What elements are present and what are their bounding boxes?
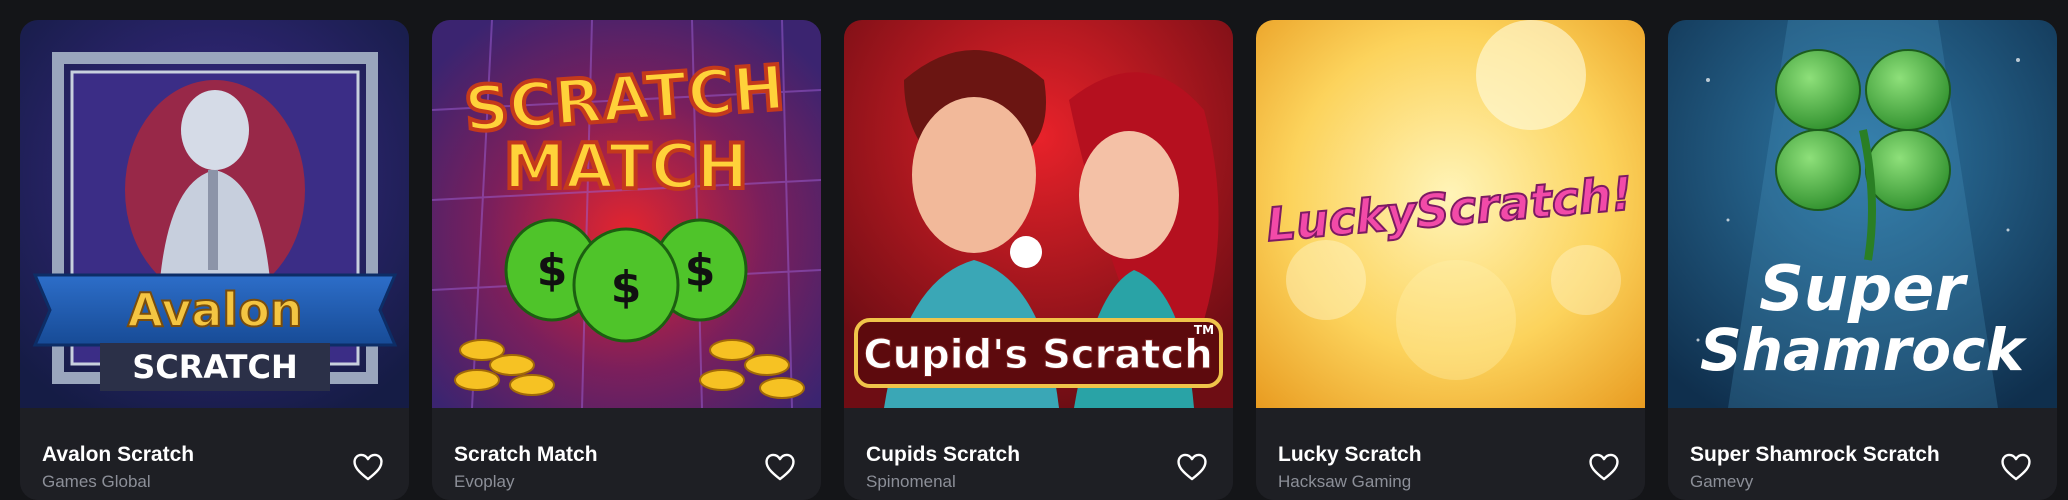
- game-thumbnail[interactable]: Cupid's Scratch TM: [844, 20, 1233, 408]
- game-provider: Gamevy: [1690, 472, 1754, 491]
- game-thumbnail[interactable]: LuckyScratch!: [1256, 20, 1645, 408]
- game-info: Scratch Match Evoplay: [432, 408, 821, 500]
- art-subtitle-text: Shamrock: [1700, 316, 2027, 384]
- favorite-button[interactable]: [1999, 450, 2033, 484]
- game-info: Super Shamrock Scratch Gamevy: [1668, 408, 2057, 500]
- game-card-cupids-scratch[interactable]: Cupid's Scratch TM Cupids Scratch Spinom…: [844, 20, 1233, 500]
- heart-outline-icon: [1177, 453, 1207, 481]
- game-thumbnail[interactable]: Avalon SCRATCH: [20, 20, 409, 408]
- art-subtitle-text: SCRATCH: [132, 348, 298, 386]
- trademark-text: TM: [1194, 323, 1214, 337]
- favorite-button[interactable]: [1175, 450, 1209, 484]
- game-provider: Games Global: [42, 472, 151, 491]
- heart-outline-icon: [353, 453, 383, 481]
- game-provider: Hacksaw Gaming: [1278, 472, 1412, 491]
- svg-text:$: $: [685, 245, 716, 296]
- heart-outline-icon: [2001, 453, 2031, 481]
- art-title-text: Super: [1759, 252, 1968, 325]
- game-title[interactable]: Scratch Match: [454, 443, 598, 467]
- favorite-button[interactable]: [1587, 450, 1621, 484]
- heart-outline-icon: [765, 453, 795, 481]
- game-title[interactable]: Avalon Scratch: [42, 443, 194, 467]
- game-card-super-shamrock-scratch[interactable]: Super Shamrock Super Shamrock Scratch Ga…: [1668, 20, 2057, 500]
- game-title[interactable]: Super Shamrock Scratch: [1690, 443, 1940, 467]
- game-card-scratch-match[interactable]: SCRATCH MATCH $ $ $ Scratch Match Evopla…: [432, 20, 821, 500]
- heart-outline-icon: [1589, 453, 1619, 481]
- svg-text:$: $: [611, 262, 642, 313]
- art-title-text: Cupid's Scratch: [863, 332, 1212, 378]
- game-card-avalon-scratch[interactable]: Avalon SCRATCH Avalon Scratch Games Glob…: [20, 20, 409, 500]
- art-title-text: Avalon: [127, 283, 302, 337]
- game-thumbnail[interactable]: SCRATCH MATCH $ $ $: [432, 20, 821, 408]
- favorite-button[interactable]: [763, 450, 797, 484]
- game-provider: Spinomenal: [866, 472, 956, 491]
- game-thumbnail[interactable]: Super Shamrock: [1668, 20, 2057, 408]
- art-subtitle-text: MATCH: [504, 130, 749, 203]
- game-title[interactable]: Cupids Scratch: [866, 443, 1020, 467]
- svg-text:$: $: [537, 245, 568, 296]
- game-provider: Evoplay: [454, 472, 515, 491]
- favorite-button[interactable]: [351, 450, 385, 484]
- game-info: Lucky Scratch Hacksaw Gaming: [1256, 408, 1645, 500]
- game-info: Avalon Scratch Games Global: [20, 408, 409, 500]
- game-card-lucky-scratch[interactable]: LuckyScratch! Lucky Scratch Hacksaw Gami…: [1256, 20, 1645, 500]
- games-grid: Avalon SCRATCH Avalon Scratch Games Glob…: [20, 20, 2057, 500]
- game-info: Cupids Scratch Spinomenal: [844, 408, 1233, 500]
- game-title[interactable]: Lucky Scratch: [1278, 443, 1422, 467]
